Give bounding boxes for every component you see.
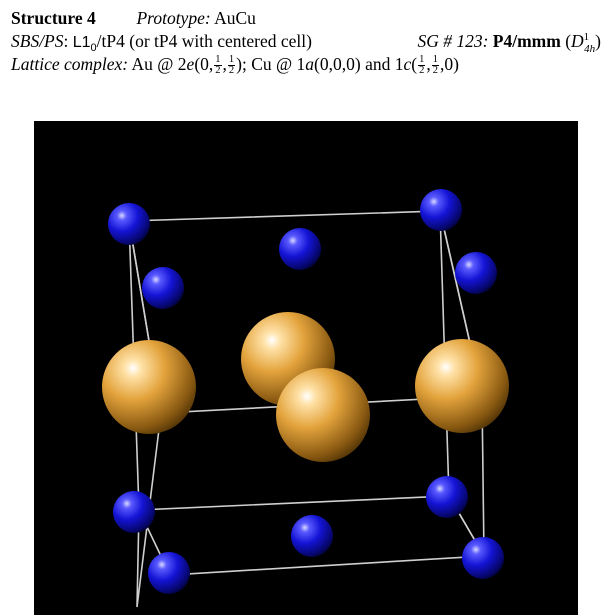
symmetry-line: SBS/PS: L10/tP4 (or tP4 with centered ce…	[11, 31, 601, 55]
sbs-value: L10	[72, 34, 97, 55]
crystal-structure-render	[34, 121, 578, 615]
sbs-value-rest: /tP4 (or tP4 with centered cell)	[96, 31, 312, 51]
au-atom-face-left	[102, 340, 196, 434]
cu-atom-corner	[113, 491, 155, 533]
cu-atom-top-center	[279, 228, 321, 270]
sg-value: P4/mmm	[492, 31, 561, 51]
lattice-label: Lattice complex:	[11, 54, 129, 74]
title-line: Structure 4 Prototype: AuCu	[11, 8, 603, 31]
cu-atom-corner	[420, 189, 462, 231]
cu-atom-corner	[426, 476, 468, 518]
structure-header: Structure 4 Prototype: AuCu SBS/PS: L10/…	[11, 8, 603, 77]
sbs-label: SBS/PS	[11, 31, 64, 51]
prototype-value: AuCu	[214, 8, 256, 28]
prototype-label: Prototype:	[136, 8, 211, 28]
cu-atom-corner	[462, 537, 504, 579]
cu-atom-corner	[148, 552, 190, 594]
au-site: Au @ 2e(0, 1 2, 1 2);	[131, 54, 247, 77]
cu-site: Cu @ 1a(0,0,0) and 1c(1 2, 1 2,0)	[251, 54, 459, 77]
cu-atom-corner	[142, 267, 184, 309]
au-atom-face-right	[415, 339, 509, 433]
au-atom-face-front	[276, 368, 370, 462]
structure-label: Structure 4	[11, 8, 96, 28]
sg-label: SG # 123:	[417, 31, 489, 51]
lattice-complex-line: Lattice complex: Au @ 2e(0, 1 2, 1 2); Cu @ …	[11, 54, 603, 77]
cu-atom-corner	[455, 252, 497, 294]
unit-cell-svg	[102, 189, 509, 608]
cu-atom-corner	[108, 203, 150, 245]
space-group: SG # 123: P4/mmm (D14h)	[417, 31, 601, 55]
cu-atom-bottom-center	[291, 515, 333, 557]
sg-schoenflies: (D14h)	[565, 31, 601, 55]
